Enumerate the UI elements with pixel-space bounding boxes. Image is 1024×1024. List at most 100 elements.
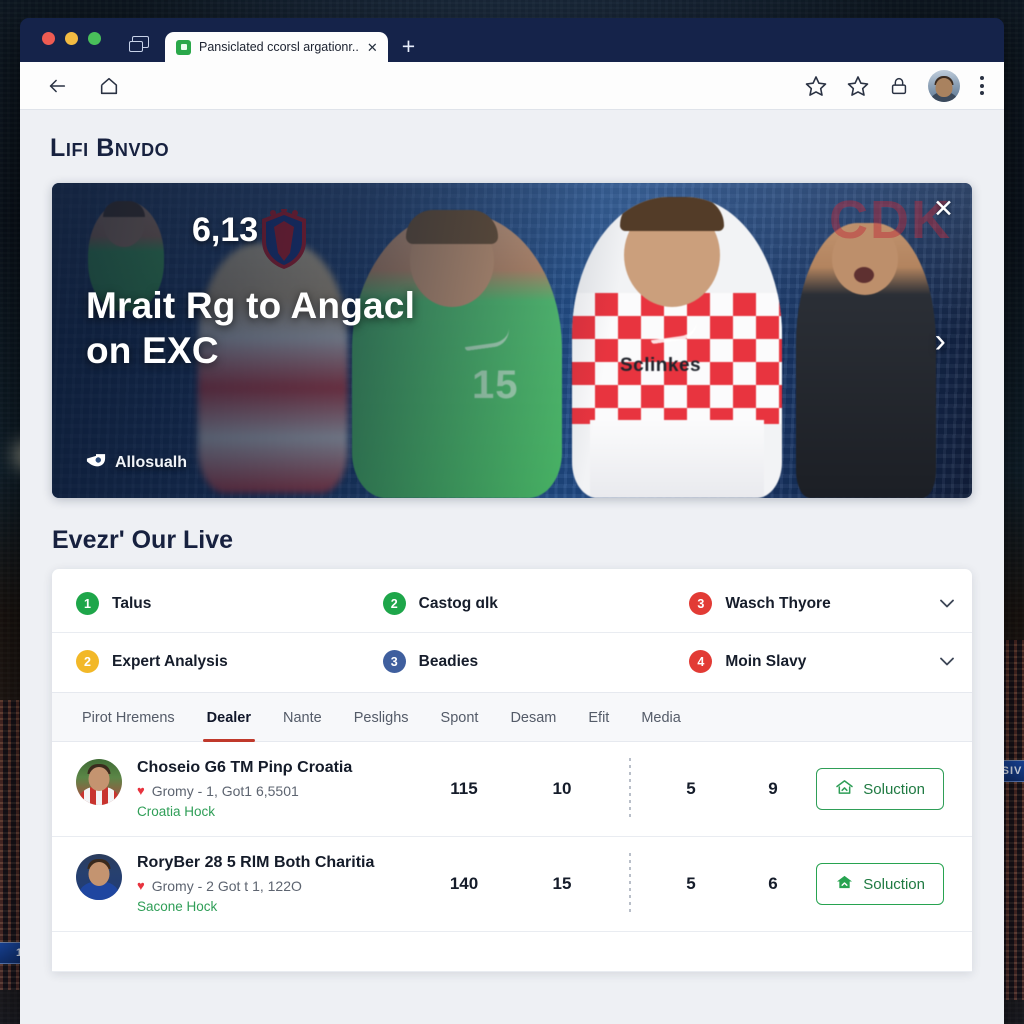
quick-link-item[interactable]: 3 Wasch Thyore: [665, 575, 972, 632]
row-subtitle-text: Gromy - 1, Got1 6,5501: [151, 782, 299, 799]
chevron-down-icon[interactable]: [940, 597, 954, 610]
quick-link-label: Moin Slavy: [725, 652, 807, 670]
page-content: Lifi Bnvdo 15: [20, 110, 1004, 1024]
hero-banner[interactable]: 15 Sclinkes CDK 6,13 Mrait Rg to Angacl …: [52, 183, 972, 498]
tab-peslighs[interactable]: Peslighs: [338, 693, 425, 741]
window-traffic-lights[interactable]: [42, 18, 101, 62]
quick-link-label: Expert Analysis: [112, 652, 228, 670]
row-identity: RoryBer 28 5 RlΜ Both Charitia ♥ Gromy -…: [76, 854, 416, 914]
content-tabs: Pirot Hremens Dealer Nante Peslighs Spon…: [52, 692, 972, 742]
row-action-cell: Soluction: [812, 768, 950, 810]
soluction-label: Soluction: [863, 875, 925, 893]
tab-title: Pansiclated ccorsl argationr..: [199, 40, 359, 54]
row-text-block: Choseio G6 TM Pinρ Croatia ♥ Gromy - 1, …: [137, 759, 352, 818]
tab-spont[interactable]: Spont: [425, 693, 495, 741]
tab-pirot-hremens[interactable]: Pirot Hremens: [66, 693, 191, 741]
row-subtitle: ♥ Gromy - 2 Got t 1, 122O: [137, 878, 374, 894]
quick-link-item[interactable]: 1 Talus: [52, 575, 359, 632]
quick-links: 1 Talus 2 Castog ɑlk 3 Wasch Thyore 2 Ex…: [52, 569, 972, 692]
row-subtitle: ♥ Gromy - 1, Got1 6,5501: [137, 783, 352, 799]
column-divider: [612, 758, 648, 820]
row-value-4: 9: [768, 779, 778, 798]
badge-number: 2: [76, 650, 99, 673]
badge-number: 2: [382, 592, 406, 615]
soluction-button[interactable]: Soluction: [816, 863, 944, 905]
row-action-cell: Soluction: [812, 863, 950, 905]
quick-links-row: 2 Expert Analysis 3 Beadies 4 Moin Slavy: [52, 632, 972, 690]
favorites-star-icon[interactable]: [846, 74, 870, 98]
row-value-3: 5: [686, 779, 696, 798]
new-tab-button[interactable]: +: [402, 35, 415, 58]
soluction-label: Soluction: [863, 780, 925, 798]
quick-link-item[interactable]: 2 Castog ɑlk: [359, 575, 666, 632]
maximize-window-icon[interactable]: [88, 31, 101, 45]
avatar: [76, 854, 122, 901]
row-value-4: 6: [768, 874, 778, 893]
avatar: [76, 759, 122, 806]
whistle-icon: [86, 453, 106, 472]
browser-window: Pansiclated ccorsl argationr.. ✕ + Lifi …: [20, 18, 1004, 1024]
quick-link-item[interactable]: 4 Moin Slavy: [665, 632, 972, 690]
row-identity: Choseio G6 TM Pinρ Croatia ♥ Gromy - 1, …: [76, 759, 416, 819]
heart-icon: ♥: [137, 783, 145, 799]
tab-nante[interactable]: Nante: [267, 693, 338, 741]
browser-menu-icon[interactable]: [978, 74, 986, 97]
hero-copy: Mrait Rg to Angacl on EXC: [86, 283, 652, 373]
tab-search-icon[interactable]: [129, 36, 151, 54]
main-card: 1 Talus 2 Castog ɑlk 3 Wasch Thyore 2 Ex…: [52, 569, 972, 972]
quick-link-label: Castog ɑlk: [418, 594, 498, 612]
home-arrow-icon: [835, 779, 854, 799]
quick-link-item[interactable]: 3 Beadies: [358, 632, 666, 690]
quick-link-label: Talus: [112, 594, 152, 612]
site-logo[interactable]: Lifi Bnvdo: [50, 134, 1004, 163]
back-button[interactable]: [46, 75, 68, 97]
section-title: Evezr' Our Live: [52, 526, 234, 554]
hero-close-icon[interactable]: ✕: [933, 197, 954, 222]
browser-titlebar: Pansiclated ccorsl argationr.. ✕ +: [20, 18, 1004, 62]
badge-number: 3: [689, 592, 713, 615]
row-title: Choseio G6 TM Pinρ Croatia: [137, 759, 353, 777]
hero-byline-text: Allosualh: [115, 453, 188, 471]
tab-favicon-icon: [176, 39, 191, 55]
browser-toolbar: [20, 62, 1004, 110]
tab-close-icon[interactable]: ✕: [367, 41, 378, 54]
home-button[interactable]: [98, 75, 120, 97]
site-header: Lifi Bnvdo: [20, 110, 1004, 175]
row-tag: Croatia Hock: [137, 803, 216, 819]
hero-title-line-2: on EXC: [86, 330, 219, 372]
table-row[interactable]: Choseio G6 TM Pinρ Croatia ♥ Gromy - 1, …: [52, 742, 972, 837]
row-value-3: 5: [686, 874, 696, 893]
close-window-icon[interactable]: [42, 31, 55, 45]
row-value-2: 10: [552, 779, 572, 798]
minimize-window-icon[interactable]: [65, 31, 78, 45]
row-value-1: 140: [449, 874, 479, 893]
tab-media[interactable]: Media: [625, 693, 697, 741]
hero-next-chevron-icon[interactable]: ›: [935, 324, 946, 358]
tab-dealer[interactable]: Dealer: [191, 693, 267, 742]
profile-avatar[interactable]: [928, 69, 960, 102]
badge-number: 4: [689, 650, 713, 673]
bookmark-star-icon[interactable]: [804, 74, 828, 98]
hero-byline: Allosualh: [86, 453, 187, 472]
row-value-1: 115: [450, 779, 478, 798]
badge-number: 3: [382, 650, 406, 673]
row-value-2: 15: [552, 874, 572, 893]
home-arrow-icon: [835, 874, 854, 894]
chevron-down-icon[interactable]: [940, 655, 954, 668]
soluction-button[interactable]: Soluction: [816, 768, 944, 810]
lock-icon[interactable]: [888, 75, 910, 97]
badge-number: 1: [76, 592, 99, 615]
tab-efit[interactable]: Efit: [572, 693, 625, 741]
hero-score: 6,13: [192, 211, 259, 249]
hero-title-line-1: Mrait Rg to Angacl: [86, 285, 416, 326]
table-row[interactable]: RoryBer 28 5 RlΜ Both Charitia ♥ Gromy -…: [52, 837, 972, 932]
tab-desam[interactable]: Desam: [494, 693, 572, 741]
quick-link-label: Wasch Thyore: [725, 594, 831, 612]
row-text-block: RoryBer 28 5 RlΜ Both Charitia ♥ Gromy -…: [137, 854, 374, 913]
browser-tab[interactable]: Pansiclated ccorsl argationr.. ✕: [165, 32, 388, 62]
table-row-partial[interactable]: [52, 932, 972, 972]
row-title: RoryBer 28 5 RlΜ Both Charitia: [137, 854, 375, 872]
quick-link-item[interactable]: 2 Expert Analysis: [52, 632, 359, 690]
column-divider: [612, 853, 648, 915]
heart-icon: ♥: [137, 878, 145, 894]
